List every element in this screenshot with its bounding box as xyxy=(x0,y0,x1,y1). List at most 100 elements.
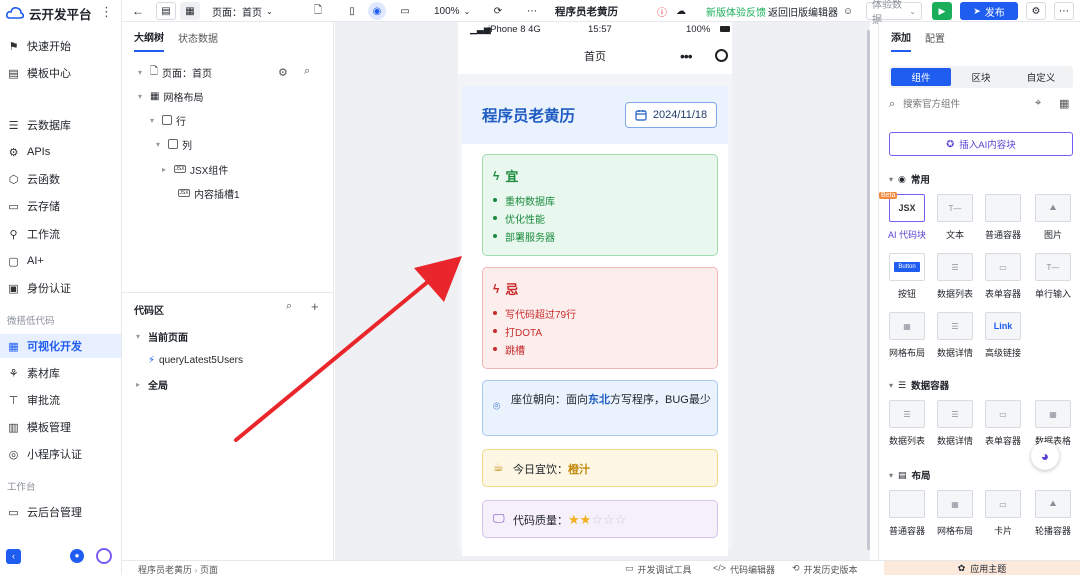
component-data-detail-2[interactable]: ☰ 数据详情 xyxy=(933,400,977,447)
component-data-table[interactable]: ▦ 数据表格 xyxy=(1031,400,1075,447)
brand[interactable]: 云开发平台 xyxy=(6,4,92,22)
sidebar-item-templates[interactable]: ▤ 模板中心 xyxy=(0,61,121,85)
lightning-icon: ϟ xyxy=(493,168,500,183)
date-badge: 2024/11/18 xyxy=(625,102,717,128)
segment-custom[interactable]: 自定义 xyxy=(1011,68,1071,86)
run-button[interactable]: ▶ xyxy=(932,2,952,20)
miniprogram-preview-icon[interactable]: ◉ xyxy=(368,2,386,20)
new-page-icon[interactable]: 🗋 xyxy=(310,0,326,22)
more-vertical-icon[interactable]: ⋮ xyxy=(100,4,114,20)
component-form[interactable]: ▭ 表单容器 xyxy=(981,253,1025,300)
debug-tools-button[interactable]: ▭ 开发调试工具 xyxy=(625,563,692,575)
more-horizontal-icon[interactable]: ⋯ xyxy=(524,0,540,22)
component-carousel[interactable]: ⛰ 轮播容器 xyxy=(1031,490,1075,537)
locate-icon[interactable]: ⌖ xyxy=(1035,97,1041,110)
sidebar-item-materials[interactable]: ⚘ 素材库 xyxy=(0,361,121,385)
history-icon: ⟲ xyxy=(792,563,800,573)
tree-node-grid[interactable]: ▾ ▦ 网格布局 xyxy=(138,85,203,107)
component-data-list[interactable]: ☰ 数据列表 xyxy=(933,253,977,300)
tree-node-jsx[interactable]: ▸ JSX JSX组件 xyxy=(162,158,228,180)
sidebar-item-auth[interactable]: ▣ 身份认证 xyxy=(0,276,121,300)
bottom-bar: 程序员老黄历 › 页面 ▭ 开发调试工具 </> 代码编辑器 ⟲ 开发历史版本 ✿ 应用… xyxy=(122,560,1080,575)
section-data-container[interactable]: ▾ ☰ 数据容器 xyxy=(889,378,949,393)
programmer-almanac[interactable]: 程序员老黄历 2024/11/18 ϟ 宜 重构数据库 优化性能 部署服务器 ϟ… xyxy=(462,86,728,556)
ai-insert-button[interactable]: ✪ 插入AI内容块 xyxy=(889,132,1073,156)
code-query-item[interactable]: ⚡ queryLatest5Users xyxy=(148,349,243,371)
mobile-preview-icon[interactable]: ▯ xyxy=(344,0,360,22)
back-arrow-icon[interactable]: ← xyxy=(130,0,146,22)
component-button[interactable]: Button 按钮 xyxy=(885,253,929,300)
sidebar-item-quickstart[interactable]: ⚑ 快速开始 xyxy=(0,34,121,58)
more-menu-icon[interactable]: ⋯ xyxy=(1054,2,1074,20)
sidebar-item-approval[interactable]: ⊤ 审批流 xyxy=(0,388,121,412)
component-image[interactable]: ⛰ 图片 xyxy=(1031,194,1075,241)
app-theme-button[interactable]: ✿ 应用主题 xyxy=(884,561,1080,575)
component-text[interactable]: T— 文本 xyxy=(933,194,977,241)
feedback-link[interactable]: 新版体验反馈 xyxy=(706,0,766,22)
old-editor-link[interactable]: 返回旧版编辑器 xyxy=(768,0,838,22)
refresh-icon[interactable]: ⟳ xyxy=(490,0,506,22)
card-ji: ϟ 忌 写代码超过79行 打DOTA 跳槽 xyxy=(482,267,718,369)
tab-outline[interactable]: 大纲树 xyxy=(134,23,164,52)
component-link[interactable]: Link 高级链接 xyxy=(981,312,1025,359)
segment-components[interactable]: 组件 xyxy=(891,68,951,86)
tree-node-col[interactable]: ▾ 列 xyxy=(156,133,192,155)
component-form-2[interactable]: ▭ 表单容器 xyxy=(981,400,1025,447)
user-icon[interactable]: ☺ xyxy=(840,0,856,22)
status-time: 15:57 xyxy=(588,24,612,35)
component-data-detail[interactable]: ☰ 数据详情 xyxy=(933,312,977,359)
sidebar-item-ai[interactable]: ▢ AI+ xyxy=(0,249,121,273)
collapse-sidebar-icon[interactable]: ‹ xyxy=(6,549,21,564)
publish-button[interactable]: ➤ 发布 xyxy=(960,2,1018,20)
component-grid[interactable]: ▦ 网格布局 xyxy=(885,312,929,359)
tab-config[interactable]: 配置 xyxy=(925,24,945,51)
sidebar-item-workflow[interactable]: ⚲ 工作流 xyxy=(0,222,121,246)
component-data-list-2[interactable]: ☰ 数据列表 xyxy=(885,400,929,447)
code-global[interactable]: ▸ 全局 xyxy=(136,373,168,395)
component-input[interactable]: T— 单行输入 xyxy=(1031,253,1075,300)
tab-add[interactable]: 添加 xyxy=(891,23,911,52)
sidebar-item-storage[interactable]: ▭ 云存储 xyxy=(0,194,121,218)
assistant-float-icon[interactable]: ◕ xyxy=(1031,442,1059,470)
component-ai-code[interactable]: JSX AI 代码块 xyxy=(885,194,929,241)
section-common[interactable]: ▾ ◉ 常用 xyxy=(889,172,930,187)
desktop-preview-icon[interactable]: ▭ xyxy=(396,0,414,22)
sidebar-item-admin[interactable]: ▭ 云后台管理 xyxy=(0,500,121,524)
tree-search-icon[interactable]: ⌕ xyxy=(304,65,310,78)
layout-view-icon[interactable]: ▦ xyxy=(180,2,200,20)
page-selector[interactable]: 页面：首页 ⌄ xyxy=(212,0,273,22)
component-card[interactable]: ▭ 卡片 xyxy=(981,490,1025,537)
sidebar-item-visual-dev[interactable]: ▦ 可视化开发 xyxy=(0,334,121,358)
user-avatar-icon[interactable]: ● xyxy=(70,549,84,563)
sidebar-item-database[interactable]: ☰ 云数据库 xyxy=(0,113,121,137)
capsule-more-icon[interactable]: ••• xyxy=(680,48,693,64)
component-grid-2[interactable]: ▦ 网格布局 xyxy=(933,490,977,537)
env-select[interactable]: 体验数据 ⌄ xyxy=(866,0,922,26)
page-settings-icon[interactable]: ⚙ xyxy=(278,66,288,79)
settings-gear-icon[interactable]: ⚙ xyxy=(1026,2,1046,20)
zoom-selector[interactable]: 100% ⌄ xyxy=(434,0,470,22)
tree-node-page[interactable]: ▾ 🗋 页面：首页 xyxy=(138,61,212,83)
component-search-input[interactable] xyxy=(903,96,1023,112)
sidebar-item-template-manage[interactable]: ▥ 模板管理 xyxy=(0,415,121,439)
code-editor-button[interactable]: </> 代码编辑器 xyxy=(713,563,775,575)
tree-node-row[interactable]: ▾ 行 xyxy=(150,109,186,131)
warning-icon[interactable]: ⓘ xyxy=(655,0,669,22)
grid-view-icon[interactable]: ▦ xyxy=(1059,97,1069,110)
section-layout[interactable]: ▾ ▤ 布局 xyxy=(889,468,931,483)
canvas-scrollbar[interactable] xyxy=(867,30,870,550)
tab-state-data[interactable]: 状态数据 xyxy=(178,24,218,51)
tree-node-slot[interactable]: JSX 内容插槽1 xyxy=(178,182,240,204)
code-current-page[interactable]: ▾ 当前页面 xyxy=(136,325,188,347)
component-container-2[interactable]: 普通容器 xyxy=(885,490,929,537)
sidebar-item-functions[interactable]: ⬡ 云函数 xyxy=(0,167,121,191)
component-container[interactable]: 普通容器 xyxy=(981,194,1025,241)
sidebar-item-miniprogram[interactable]: ◎ 小程序认证 xyxy=(0,442,121,466)
sidebar-item-apis[interactable]: ⚙ APIs xyxy=(0,140,121,164)
segment-blocks[interactable]: 区块 xyxy=(951,68,1011,86)
capsule-close-icon[interactable] xyxy=(715,49,728,62)
cloud-sync-icon[interactable]: ☁ xyxy=(674,0,688,22)
page-view-icon[interactable]: ▤ xyxy=(156,2,176,20)
history-button[interactable]: ⟲ 开发历史版本 xyxy=(792,563,858,575)
assistant-icon[interactable] xyxy=(96,548,112,564)
